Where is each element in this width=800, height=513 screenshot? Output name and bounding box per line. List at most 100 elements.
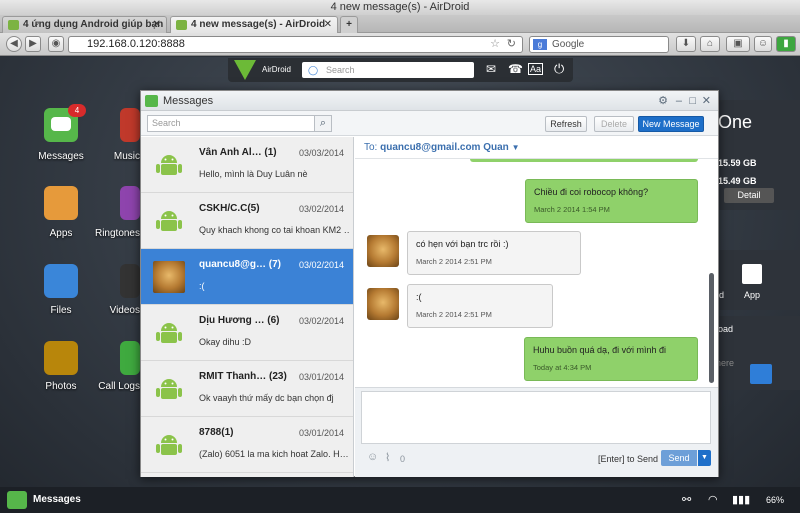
android-avatar-icon: [153, 205, 185, 237]
view-icon[interactable]: ▣: [726, 36, 750, 52]
recipient-bar[interactable]: To: quancu8@gmail.com Quan ▼: [355, 137, 718, 159]
name: 8788(1): [199, 427, 234, 438]
message-input[interactable]: [361, 391, 711, 444]
thread-date: 03/03/2014: [298, 148, 344, 158]
message-text: Huhu buồn quá dạ, đi với mình đi: [533, 345, 666, 355]
thread-date: 03/01/2014: [298, 372, 344, 382]
close-icon[interactable]: ✕: [324, 17, 332, 33]
search-icon[interactable]: ⌕: [314, 115, 332, 132]
thread-date: 03/02/2014: [298, 316, 344, 326]
storage-value: 15.59 GB: [718, 158, 757, 168]
close-icon[interactable]: ✕: [153, 17, 161, 33]
emoji-icon[interactable]: ☺: [367, 451, 378, 463]
tab-airdroid[interactable]: 4 new message(s) - AirDroid ✕: [170, 16, 338, 33]
upload-panel: load here: [712, 316, 800, 390]
scrollbar-thumb[interactable]: [709, 273, 714, 383]
apps-icon[interactable]: [44, 186, 78, 220]
reload-icon[interactable]: ↻: [507, 37, 516, 52]
history-button[interactable]: ◉: [48, 36, 64, 52]
close-icon[interactable]: ✕: [702, 91, 711, 111]
mail-icon[interactable]: ✉: [486, 62, 496, 76]
chevron-down-icon[interactable]: ▼: [512, 143, 520, 152]
thread-item[interactable]: Dịu Hương … (6) 03/02/2014 Okay dihu :D: [141, 305, 353, 361]
device-name: One: [718, 112, 753, 132]
search-input[interactable]: g Google: [529, 36, 669, 53]
name: CSKH/C.C(5): [199, 203, 260, 214]
thread-item[interactable]: Vân Anh Al… (1) 03/03/2014 Hello, mình l…: [141, 137, 353, 193]
font-icon[interactable]: Aa: [528, 63, 544, 75]
tab-label: 4 new message(s) - AirDroid: [191, 19, 326, 30]
phone-icon[interactable]: ☎: [508, 62, 523, 76]
url-text: 192.168.0.120:8888: [87, 38, 185, 50]
thread-name: quancu8@g… (7): [199, 259, 281, 270]
photos-label: Photos: [45, 381, 77, 392]
power-icon[interactable]: ⏻: [554, 61, 564, 77]
send-button[interactable]: Send: [661, 450, 697, 466]
taskbar-label[interactable]: Messages: [33, 494, 81, 505]
app-label: App: [744, 290, 761, 300]
ringtones-icon[interactable]: [120, 186, 140, 220]
files-icon[interactable]: [44, 264, 78, 298]
minimize-icon[interactable]: –: [676, 91, 682, 111]
previous-bubble-edge: [470, 159, 698, 162]
gear-icon[interactable]: ⚙: [658, 91, 668, 111]
detail-button[interactable]: Detail: [724, 188, 774, 203]
chat-bubble: [51, 117, 71, 131]
photos-icon[interactable]: [44, 341, 78, 375]
contact-avatar-icon: [367, 235, 399, 267]
thread-date: 03/01/2014: [298, 428, 344, 438]
placeholder: Search: [326, 65, 355, 75]
messages-taskbar-icon[interactable]: [7, 491, 27, 509]
ringtones-label: Ringtones: [94, 228, 140, 239]
tab-android-apps[interactable]: 4 ứng dụng Android giúp bạn d… ✕: [2, 16, 167, 33]
compose-area: ☺ ⌇ 0 [Enter] to Send Send ▼: [355, 387, 718, 477]
enter-to-send-toggle[interactable]: [Enter] to Send: [598, 454, 658, 464]
delete-button[interactable]: Delete: [594, 116, 634, 132]
attach-icon[interactable]: ⌇: [385, 451, 390, 464]
app-icon[interactable]: [742, 264, 762, 284]
forward-button[interactable]: ▶: [25, 36, 41, 52]
thread-search-input[interactable]: Search: [147, 115, 315, 132]
new-tab-button[interactable]: +: [340, 16, 358, 33]
battery-percent: 66%: [766, 495, 785, 505]
back-button[interactable]: ◀: [6, 36, 22, 52]
music-label: Music: [113, 151, 140, 162]
name: Dịu Hương …: [199, 315, 265, 326]
recipient-value: quancu8@gmail.com Quan: [380, 142, 509, 153]
new-message-button[interactable]: New Message: [638, 116, 704, 132]
address-bar[interactable]: 192.168.0.120:8888 ☆ ↻: [68, 36, 523, 53]
sync-icon[interactable]: ☺: [754, 36, 772, 52]
count: (6): [267, 315, 280, 326]
upload-file-button[interactable]: [750, 364, 772, 384]
send-options-chevron-icon[interactable]: ▼: [698, 450, 711, 466]
signal-icon: ▮▮▮: [732, 494, 751, 506]
thread-item[interactable]: 8788(1) 03/01/2014 (Zalo) 6051 la ma kic…: [141, 417, 353, 473]
refresh-button[interactable]: Refresh: [545, 116, 587, 132]
android-avatar-icon: [153, 429, 185, 461]
airdroid-search-input[interactable]: ◯ Search: [302, 62, 474, 78]
tab-label: 4 ứng dụng Android giúp bạn d…: [23, 19, 167, 30]
thread-item-selected[interactable]: quancu8@g… (7) 03/02/2014 :(: [141, 249, 353, 305]
home-icon[interactable]: ⌂: [700, 36, 720, 52]
bookmark-star-icon[interactable]: ☆: [490, 37, 500, 52]
call-logs-icon[interactable]: [120, 341, 140, 375]
message-time: March 2 2014 1:54 PM: [534, 205, 610, 214]
google-icon: g: [533, 39, 547, 50]
music-icon[interactable]: [120, 108, 140, 142]
thread-name: CSKH/C.C(5): [199, 203, 260, 214]
thread-item[interactable]: RMIT Thanh… (23) 03/01/2014 Ok vaayh thứ…: [141, 361, 353, 417]
message-time: March 2 2014 2:51 PM: [416, 257, 492, 266]
thread-name: RMIT Thanh… (23): [199, 371, 287, 382]
download-icon[interactable]: ⬇: [676, 36, 696, 52]
thread-item[interactable]: CSKH/C.C(5) 03/02/2014 Quy khach khong c…: [141, 193, 353, 249]
android-avatar-icon: [153, 317, 185, 349]
maximize-icon[interactable]: □: [689, 91, 696, 111]
count: (23): [269, 371, 287, 382]
videos-icon[interactable]: [120, 264, 140, 298]
android-avatar-icon: [153, 373, 185, 405]
messages-window-titlebar[interactable]: Messages ⚙ – □ ✕: [141, 91, 718, 111]
message-bubble-outgoing: Chiều đi coi robocop không? March 2 2014…: [525, 179, 698, 223]
count: (1): [264, 147, 277, 158]
evernote-icon[interactable]: ▮: [776, 36, 796, 52]
search-placeholder: Google: [552, 39, 585, 50]
